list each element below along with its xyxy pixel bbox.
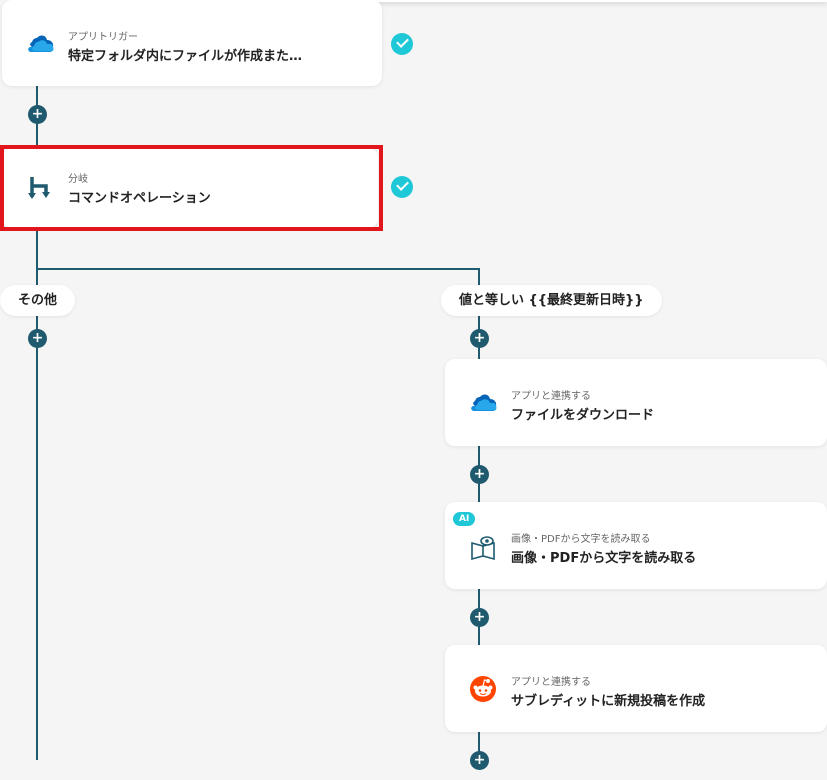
trigger-node-card[interactable]: アプリトリガー 特定フォルダ内にファイルが作成また…: [2, 0, 382, 86]
node-title: 画像・PDFから文字を読み取る: [511, 551, 697, 566]
add-step-button[interactable]: +: [470, 465, 489, 484]
check-icon: [391, 176, 413, 198]
node-title: サブレディットに新規投稿を作成: [511, 694, 706, 709]
ocr-book-icon: [467, 532, 499, 564]
node-subtitle: アプリトリガー: [68, 32, 138, 43]
node-subtitle: 画像・PDFから文字を読み取る: [511, 534, 651, 545]
check-icon: [391, 33, 413, 55]
add-step-button[interactable]: +: [470, 608, 489, 627]
add-step-button[interactable]: +: [28, 105, 47, 124]
add-step-button[interactable]: +: [470, 329, 489, 348]
branch-label-other[interactable]: その他: [0, 285, 76, 316]
branch-label-equals[interactable]: 値と等しい {{最終更新日時}}: [441, 285, 662, 316]
add-step-button[interactable]: +: [28, 329, 47, 348]
node-subtitle: アプリと連携する: [511, 677, 591, 688]
ai-badge: AI: [453, 512, 476, 526]
top-shadow-bar: [340, 0, 827, 2]
reddit-icon: [467, 673, 499, 705]
add-step-button[interactable]: +: [470, 751, 489, 770]
node-subtitle: アプリと連携する: [511, 391, 591, 402]
onedrive-icon: [24, 28, 56, 60]
connector-line-branch-horizontal: [36, 268, 480, 270]
onedrive-icon: [467, 387, 499, 419]
ocr-node-card[interactable]: AI 画像・PDFから文字を読み取る 画像・PDFから文字を読み取る: [445, 502, 827, 589]
download-node-card[interactable]: アプリと連携する ファイルをダウンロード: [445, 359, 827, 446]
node-title: 特定フォルダ内にファイルが作成また…: [68, 49, 303, 64]
reddit-node-card[interactable]: アプリと連携する サブレディットに新規投稿を作成: [445, 645, 827, 732]
node-title: ファイルをダウンロード: [511, 408, 655, 423]
selection-highlight: [0, 145, 383, 231]
